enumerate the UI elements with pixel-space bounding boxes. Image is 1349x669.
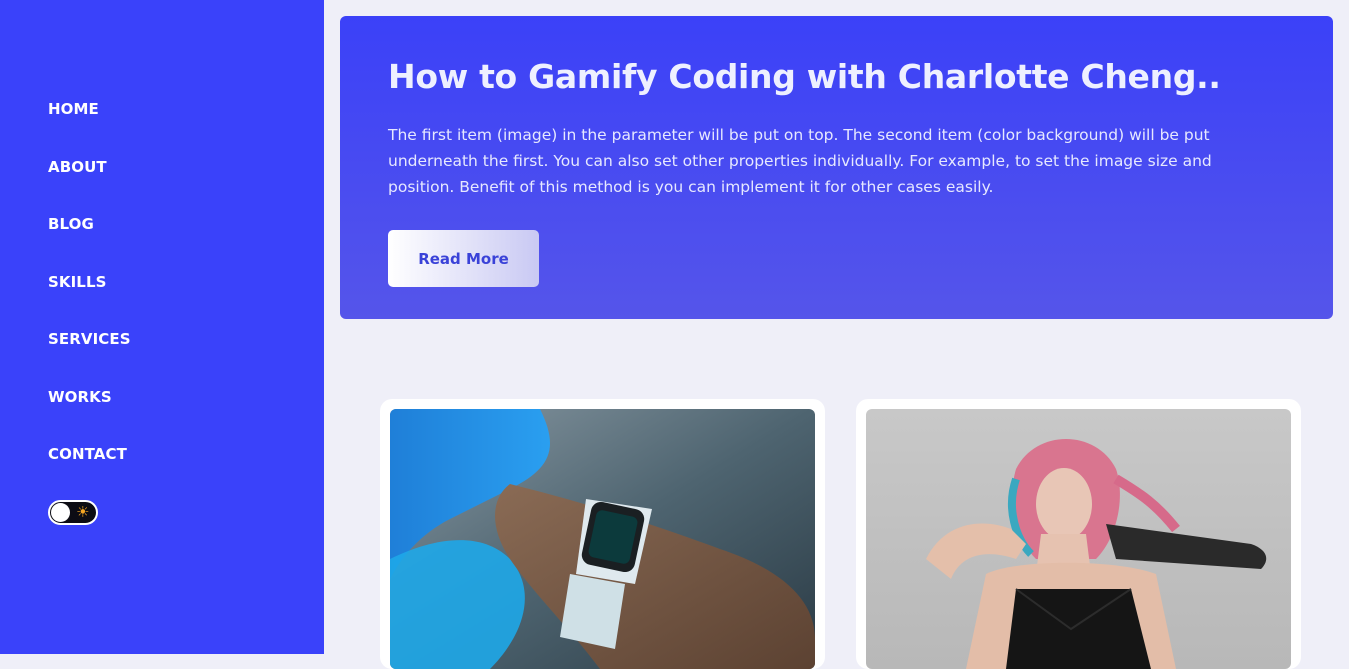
hero-title: How to Gamify Coding with Charlotte Chen… [388,57,1221,96]
nav-item-works[interactable]: WORKS [48,386,112,408]
blog-card[interactable] [856,399,1301,669]
hero-banner: How to Gamify Coding with Charlotte Chen… [340,16,1333,319]
smartwatch-photo [390,409,815,669]
main-nav: HOME ABOUT BLOG SKILLS SERVICES WORKS CO… [48,98,131,501]
nav-item-home[interactable]: HOME [48,98,99,120]
nav-item-contact[interactable]: CONTACT [48,443,127,465]
read-more-button[interactable]: Read More [388,230,539,287]
theme-toggle[interactable]: ☀ [48,500,98,525]
nav-item-blog[interactable]: BLOG [48,213,94,235]
sun-icon: ☀ [76,503,90,521]
nav-item-about[interactable]: ABOUT [48,156,107,178]
nav-item-services[interactable]: SERVICES [48,328,131,350]
toggle-knob [51,503,70,522]
nav-item-skills[interactable]: SKILLS [48,271,107,293]
sidebar: HOME ABOUT BLOG SKILLS SERVICES WORKS CO… [0,0,324,654]
hero-description: The first item (image) in the parameter … [388,126,1212,196]
woman-prosthetic-arm-photo [866,409,1291,669]
blog-card[interactable] [380,399,825,669]
